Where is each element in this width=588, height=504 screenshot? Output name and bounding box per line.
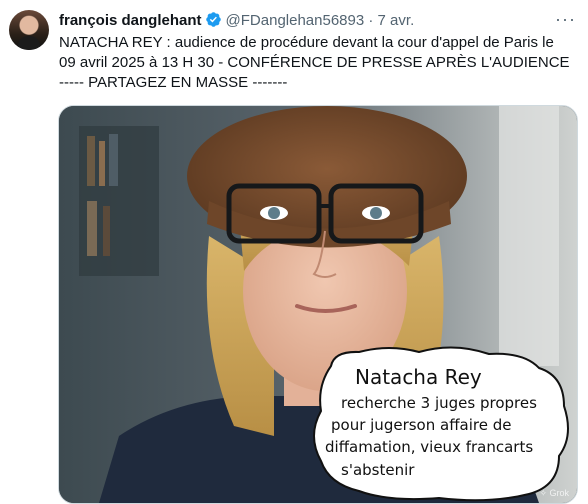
tweet-text-line: 09 avril 2025 à 13 H 30 - CONFÉRENCE DE … [59,54,570,71]
bubble-line: s'abstenir [341,461,415,479]
verified-badge-icon [205,11,222,34]
tweet-text-line: NATACHA REY : audience de procédure deva… [59,34,554,51]
tweet-media-image[interactable]: Natacha Rey recherche 3 juges propres po… [58,105,578,504]
tweet-header: françois danglehant @FDanglehan56893 · 7 … [59,11,548,34]
tweet-text: NATACHA REY : audience de procédure deva… [59,33,570,93]
separator-dot: · [368,12,374,29]
tweet-date[interactable]: 7 avr. [378,12,415,29]
author-handle[interactable]: @FDanglehan56893 [226,12,365,29]
bubble-line: Natacha Rey [355,365,482,389]
image-watermark: ✧ Grok [539,488,569,498]
tweet-text-line: ----- PARTAGEZ EN MASSE ------- [59,74,288,91]
author-name[interactable]: françois danglehant [59,12,202,29]
more-options-icon[interactable]: ··· [555,10,576,28]
bubble-line: pour jugerson affaire de [331,416,512,434]
author-avatar[interactable] [9,10,49,50]
bubble-line: recherche 3 juges propres [341,394,537,412]
bubble-line: diffamation, vieux francarts [325,438,534,456]
